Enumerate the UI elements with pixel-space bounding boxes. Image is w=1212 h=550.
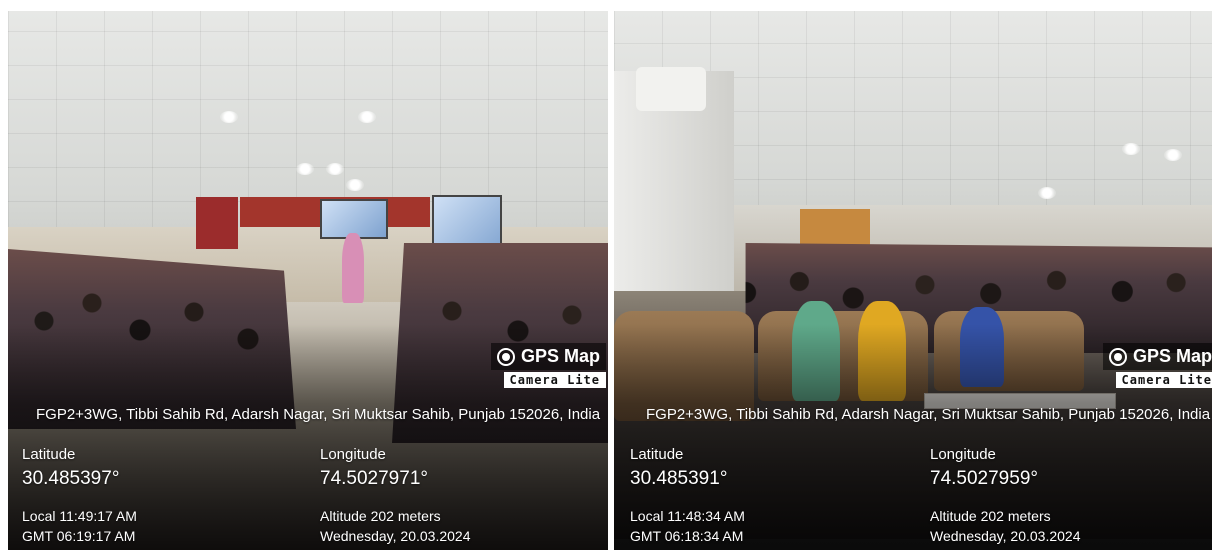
gps-watermark-subtitle: Camera Lite xyxy=(1115,372,1212,388)
gps-watermark: GPS Map Camera Lite xyxy=(1102,343,1212,388)
ceiling-light xyxy=(1122,143,1140,155)
longitude-value: 74.5027971° xyxy=(320,468,428,489)
longitude-label: Longitude xyxy=(930,446,996,463)
photo-collage: GPS Map Camera Lite FGP2+3WG, Tibbi Sahi… xyxy=(0,0,1212,550)
address-text: FGP2+3WG, Tibbi Sahib Rd, Adarsh Nagar, … xyxy=(646,406,1211,423)
gps-watermark-subtitle: Camera Lite xyxy=(503,372,606,388)
ceiling-light xyxy=(346,179,364,191)
camera-icon xyxy=(496,347,515,366)
longitude-value: 74.5027959° xyxy=(930,468,1038,489)
altitude-text: Altitude 202 meters xyxy=(320,508,441,524)
gps-watermark-row: GPS Map xyxy=(1102,343,1212,370)
photo-right: GPS Map Camera Lite FGP2+3WG, Tibbi Sahi… xyxy=(614,11,1212,550)
ceiling-light xyxy=(326,163,344,175)
local-time: Local 11:48:34 AM xyxy=(630,508,745,524)
latitude-value: 30.485391° xyxy=(630,468,728,489)
date-text: Wednesday, 20.03.2024 xyxy=(320,528,471,544)
ceiling-light xyxy=(1038,187,1056,199)
wall-banner xyxy=(196,197,238,249)
camera-icon xyxy=(1108,347,1127,366)
gps-watermark-row: GPS Map xyxy=(490,343,606,370)
latitude-value: 30.485397° xyxy=(22,468,120,489)
gmt-time: GMT 06:18:34 AM xyxy=(630,528,744,544)
date-text: Wednesday, 20.03.2024 xyxy=(930,528,1081,544)
speaker-person xyxy=(342,233,364,303)
air-conditioner xyxy=(636,67,706,111)
ceiling-light xyxy=(1164,149,1182,161)
ceiling-light xyxy=(358,111,376,123)
gps-watermark-title: GPS Map xyxy=(1132,346,1212,366)
altitude-text: Altitude 202 meters xyxy=(930,508,1051,524)
ceiling-light xyxy=(296,163,314,175)
gmt-time: GMT 06:19:17 AM xyxy=(22,528,136,544)
photo-left: GPS Map Camera Lite FGP2+3WG, Tibbi Sahi… xyxy=(8,11,608,550)
longitude-label: Longitude xyxy=(320,446,386,463)
latitude-label: Latitude xyxy=(630,446,684,463)
latitude-label: Latitude xyxy=(22,446,76,463)
ceiling-light xyxy=(220,111,238,123)
local-time: Local 11:49:17 AM xyxy=(22,508,137,524)
address-text: FGP2+3WG, Tibbi Sahib Rd, Adarsh Nagar, … xyxy=(36,406,601,423)
gps-watermark: GPS Map Camera Lite xyxy=(490,343,606,388)
gps-watermark-title: GPS Map xyxy=(520,346,600,366)
